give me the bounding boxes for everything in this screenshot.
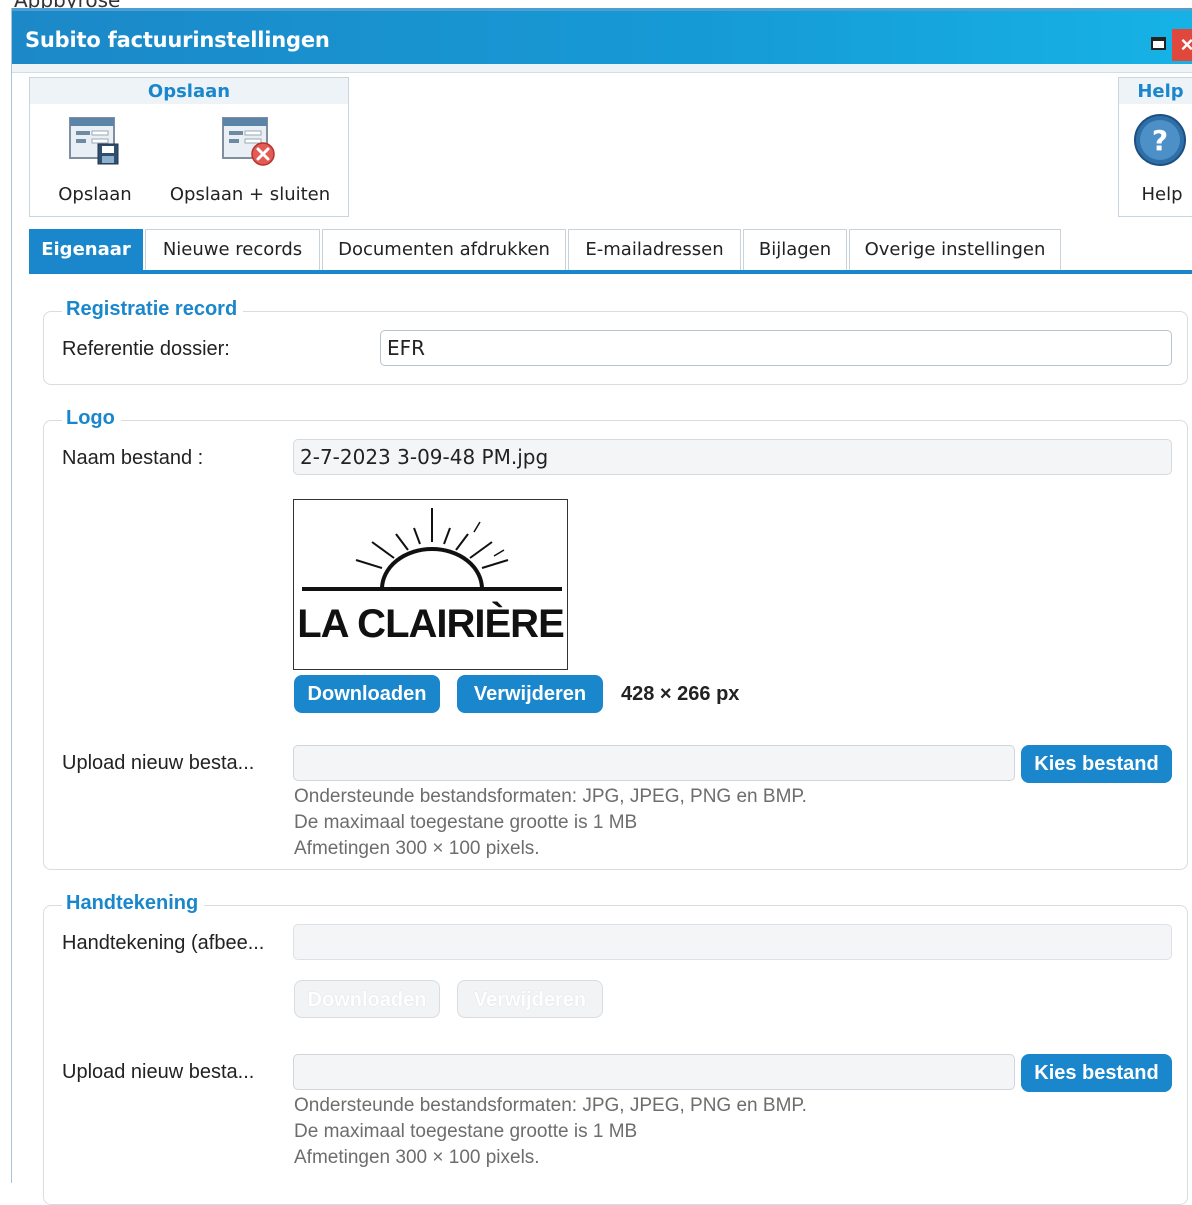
- logo-delete-button[interactable]: Verwijderen: [457, 675, 603, 713]
- handtekening-hint-dimensions: Afmetingen 300 × 100 pixels.: [294, 1147, 540, 1168]
- logo-sun-graphic: [302, 508, 562, 591]
- section-logo: Logo Naam bestand : 2-7-2023 3-09-48 PM.…: [43, 407, 1188, 870]
- referentie-dossier-label: Referentie dossier:: [62, 338, 230, 360]
- logo-filename-label: Naam bestand :: [62, 447, 204, 469]
- logo-upload-field[interactable]: [293, 745, 1015, 781]
- handtekening-choose-file-button[interactable]: Kies bestand: [1021, 1054, 1172, 1092]
- dialog-titlebar[interactable]: Subito factuurinstellingen ×: [12, 8, 1192, 64]
- logo-hint-dimensions: Afmetingen 300 × 100 pixels.: [294, 838, 540, 859]
- dialog-title: Subito factuurinstellingen: [25, 28, 330, 52]
- logo-upload-label: Upload nieuw besta...: [62, 752, 255, 774]
- tab-eigenaar[interactable]: Eigenaar: [29, 229, 143, 274]
- ribbon-background: [12, 64, 1192, 73]
- handtekening-upload-label: Upload nieuw besta...: [62, 1061, 255, 1083]
- handtekening-download-button[interactable]: Downloaden: [294, 980, 440, 1018]
- tab-documenten-afdrukken[interactable]: Documenten afdrukken: [322, 229, 566, 270]
- background-app-strip: Appbyrose: [0, 0, 1192, 12]
- ribbon-group-save: Opslaan Opslaan Opslaan + sluiten: [29, 77, 349, 217]
- save-close-button[interactable]: Opslaan + sluiten: [165, 108, 335, 212]
- logo-image-text: LA CLAIRIÈRE: [297, 602, 565, 646]
- referentie-dossier-input[interactable]: EFR: [380, 330, 1172, 366]
- logo-hint-formats: Ondersteunde bestandsformaten: JPG, JPEG…: [294, 786, 807, 807]
- save-close-form-icon: [222, 117, 275, 166]
- help-glyph: ?: [1152, 124, 1168, 157]
- ribbon-group-save-header: Opslaan: [30, 78, 348, 104]
- maximize-icon[interactable]: [1151, 37, 1166, 50]
- tab-e-mailadressen[interactable]: E-mailadressen: [568, 229, 741, 270]
- handtekening-legend: Handtekening: [62, 892, 205, 915]
- logo-legend: Logo: [62, 407, 121, 430]
- handtekening-upload-field[interactable]: [293, 1054, 1015, 1090]
- save-button[interactable]: Opslaan: [40, 108, 150, 212]
- save-button-label: Opslaan: [58, 184, 132, 205]
- tab-nieuwe-records[interactable]: Nieuwe records: [145, 229, 320, 270]
- tabs-underline: [29, 270, 1192, 274]
- logo-download-button[interactable]: Downloaden: [294, 675, 440, 713]
- handtekening-delete-button[interactable]: Verwijderen: [457, 980, 603, 1018]
- ribbon-group-help-header: Help: [1119, 78, 1192, 104]
- help-icon: ?: [1134, 114, 1186, 166]
- help-button[interactable]: ? Help: [1123, 108, 1192, 212]
- registratie-legend: Registratie record: [62, 298, 244, 321]
- section-handtekening: Handtekening Handtekening (afbee... Down…: [43, 892, 1188, 1205]
- logo-preview-image: LA CLAIRIÈRE: [293, 499, 568, 670]
- close-button[interactable]: ×: [1172, 29, 1192, 61]
- logo-hint-size: De maximaal toegestane grootte is 1 MB: [294, 812, 638, 833]
- tab-bijlagen[interactable]: Bijlagen: [743, 229, 847, 270]
- logo-dimensions: 428 × 266 px: [621, 683, 740, 705]
- handtekening-hint-size: De maximaal toegestane grootte is 1 MB: [294, 1121, 638, 1142]
- handtekening-hint-formats: Ondersteunde bestandsformaten: JPG, JPEG…: [294, 1095, 807, 1116]
- settings-dialog: Subito factuurinstellingen × Opslaan Ops…: [11, 8, 1192, 1205]
- handtekening-filename-field: [293, 924, 1172, 960]
- save-close-button-label: Opslaan + sluiten: [169, 184, 331, 205]
- tab-overige-instellingen[interactable]: Overige instellingen: [849, 229, 1061, 270]
- section-registratie-record: Registratie record Referentie dossier: E…: [43, 298, 1188, 385]
- help-button-label: Help: [1141, 184, 1183, 205]
- handtekening-image-label: Handtekening (afbee...: [62, 932, 265, 954]
- logo-choose-file-button[interactable]: Kies bestand: [1021, 745, 1172, 783]
- ribbon-group-help: Help ? Help: [1118, 77, 1192, 217]
- logo-filename-field: 2-7-2023 3-09-48 PM.jpg: [293, 439, 1172, 475]
- save-form-icon: [69, 117, 119, 165]
